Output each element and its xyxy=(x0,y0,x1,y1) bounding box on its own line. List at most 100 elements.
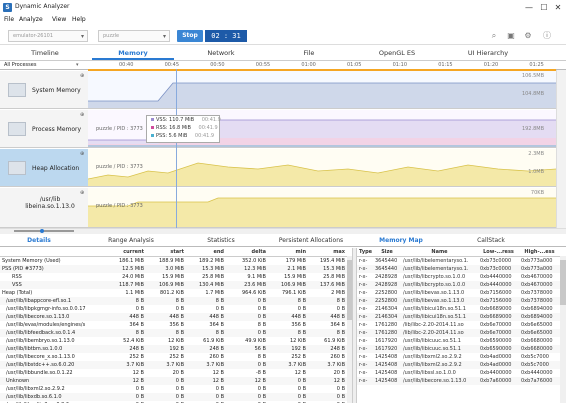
table-row[interactable]: /usr/lib/libxml2.so.2.9.2 0 B 0 B 0 B 0 B 0 B… xyxy=(0,385,347,393)
row-system-memory[interactable]: System Memory ⊕ xyxy=(0,71,88,109)
table-row[interactable]: /usr/lib/libecore.so.1.13.0 448 B 448 B 448… xyxy=(0,313,347,321)
table-row[interactable]: /usr/lib/evas/modules/engines/s 364 B 356 … xyxy=(0,321,347,329)
tab-network[interactable]: Network xyxy=(180,46,262,60)
search-icon[interactable]: ⌕ xyxy=(489,31,499,41)
table-row[interactable]: /usr/lib/libecore_x.so.1.13.0 252 B 252 B 2… xyxy=(0,353,347,361)
table-row[interactable]: Unknown 12 B 0 B 12 B 12 B 0 B 12 B xyxy=(0,377,347,385)
time-cursor[interactable] xyxy=(176,69,177,229)
scroll-thumb[interactable] xyxy=(560,260,566,305)
table-row[interactable]: r-x- 2428928/usr/lib/libcrypto.so.1.0.0 0x… xyxy=(357,281,560,289)
table-row[interactable]: r-x- 3645440/usr/lib/libelementaryso.1. 0x… xyxy=(357,265,560,273)
app-select[interactable]: puzzle ▾ xyxy=(98,30,170,42)
y-max-label: 2.3MB xyxy=(528,151,544,157)
details-column-header[interactable]: current xyxy=(106,248,146,257)
menu-file[interactable]: File xyxy=(4,16,14,23)
libeina-chart-svg xyxy=(88,197,556,227)
table-row[interactable]: System Memory (Used) 186.1 MiB 188.9 MiB 18… xyxy=(0,257,347,266)
chart-scrollbar[interactable] xyxy=(556,70,566,228)
details-column-header[interactable]: max xyxy=(308,248,347,257)
tab-memory[interactable]: Memory xyxy=(92,46,174,60)
menu-view[interactable]: View xyxy=(52,16,66,23)
zoom-slider[interactable] xyxy=(4,229,84,233)
tab-memory-map[interactable]: Memory Map xyxy=(370,235,432,246)
table-row[interactable]: /usr/lib/libxdb.so.6.1.0 0 B 0 B 0 B 0 B 0 B 0… xyxy=(0,393,347,401)
tab-timeline[interactable]: Timeline xyxy=(4,46,86,60)
memory-map-column-header[interactable]: Low-...ress xyxy=(478,248,519,257)
chart-heap-allocation[interactable]: 2.3MB 1.0MB xyxy=(88,149,556,187)
zoom-handle[interactable] xyxy=(40,229,44,233)
row-libeina[interactable]: /usr/lib libeina.so.1.13.0 ⊕ xyxy=(0,188,88,228)
table-row[interactable]: /usr/lib/libappcore-efl.so.1 8 B 8 B 8 B 0 B… xyxy=(0,297,347,305)
table-row[interactable]: PSS (PID #3773) 12.5 MiB 3.0 MiB 15.3 MiB 12… xyxy=(0,265,347,273)
tab-statistics[interactable]: Statistics xyxy=(180,235,262,246)
value-cell: 61.9 KiB xyxy=(324,338,345,344)
table-row[interactable]: r-x- 2146304/usr/lib/libicui18n.so.51.1 0x… xyxy=(357,313,560,321)
table-row[interactable]: /usr/lib/libtbm.so.1.0.0 248 B 192 B 248 B 5… xyxy=(0,345,347,353)
menu-help[interactable]: Help xyxy=(72,16,86,23)
zoom-icon[interactable]: ⊕ xyxy=(80,190,84,196)
timeline-scrollbar[interactable] xyxy=(0,228,566,234)
row-heap-allocation[interactable]: Heap Allocation ⊕ xyxy=(0,149,88,187)
pid-label: puzzle / PID : 3773 xyxy=(96,164,143,170)
table-row[interactable]: Heap (Total) 1.1 MiB 801.2 KiB 1.7 MiB 964.6… xyxy=(0,289,347,297)
table-row[interactable]: r-x- 2252800/usr/lib/libevas.so.1.13.0 0xb… xyxy=(357,289,560,297)
memory-map-column-header[interactable]: Type xyxy=(357,248,373,257)
memory-map-column-header[interactable]: High-...ess xyxy=(519,248,560,257)
tab-persistent-allocations[interactable]: Persistent Allocations xyxy=(270,235,352,246)
tab-details[interactable]: Details xyxy=(4,235,74,246)
table-row[interactable]: /usr/lib/libfeedback.so.0.1.4 8 B 8 B 8 B 0 … xyxy=(0,329,347,337)
close-button[interactable]: ✕ xyxy=(551,2,565,13)
minimize-button[interactable]: — xyxy=(522,2,536,13)
table-row[interactable]: r-x- 2252800/usr/lib/libevas.so.1.13.0 0xb… xyxy=(357,297,560,305)
details-column-header[interactable]: start xyxy=(146,248,186,257)
table-row[interactable]: r-x- 2146304/usr/lib/libicui18n.so.51.1 0x… xyxy=(357,305,560,313)
system-memory-icon xyxy=(8,83,26,97)
tab-opengl[interactable]: OpenGL ES xyxy=(356,46,438,60)
table-row[interactable]: r-x- 1425408/usr/lib/libssl.so.1.0.0 0xb44… xyxy=(357,369,560,377)
tab-ui-hierarchy[interactable]: UI Hierarchy xyxy=(444,46,532,60)
table-row[interactable]: r-x- 1617920/usr/lib/libicuuc.so.51.1 0xb6… xyxy=(357,337,560,345)
row-process-memory[interactable]: Process Memory ⊕ xyxy=(0,110,88,148)
value-cell: 448 B xyxy=(209,314,224,320)
tab-file[interactable]: File xyxy=(268,46,350,60)
table-row[interactable]: /usr/lib/libstdc++.so.6.0.20 3.7 KiB 3.7 K… xyxy=(0,361,347,369)
screenshot-icon[interactable]: ▣ xyxy=(506,31,516,41)
memory-map-column-header[interactable]: Size xyxy=(373,248,401,257)
tab-callstack[interactable]: CallStack xyxy=(460,235,522,246)
table-row[interactable]: r-x- 1425408/usr/lib/libecore.so.1.13.0 0x… xyxy=(357,377,560,385)
table-row[interactable]: r-x- 1761280/lib/libc-2.20-2014.11.so 0xb6… xyxy=(357,321,560,329)
table-row[interactable]: VSS 118.7 MiB 106.9 MiB 130.4 MiB 23.6 MiB 10… xyxy=(0,281,347,289)
memory-map-scrollbar[interactable] xyxy=(560,256,566,403)
stop-button[interactable]: Stop xyxy=(177,30,203,42)
menu-analyze[interactable]: Analyze xyxy=(19,16,43,23)
table-row[interactable]: r-x- 1425408/usr/lib/libxml2.so.2.9.2 0xb4… xyxy=(357,353,560,361)
table-row[interactable]: r-x- 2428928/usr/lib/libcrypto.so.1.0.0 0x… xyxy=(357,273,560,281)
table-row[interactable]: r-x- 3645440/usr/lib/libelementaryso.1. 0x… xyxy=(357,257,560,266)
memory-map-column-header[interactable]: Name xyxy=(401,248,478,257)
zoom-icon[interactable]: ⊕ xyxy=(80,73,84,79)
details-column-header[interactable] xyxy=(0,248,106,257)
zoom-icon[interactable]: ⊕ xyxy=(80,151,84,157)
tab-range-analysis[interactable]: Range Analysis xyxy=(90,235,172,246)
settings-icon[interactable]: ⚙ xyxy=(523,31,533,41)
table-row[interactable]: r-x- 1617920/usr/lib/libicuuc.so.51.1 0xb6… xyxy=(357,345,560,353)
zoom-icon[interactable]: ⊕ xyxy=(80,112,84,118)
value-cell: 49.9 KiB xyxy=(245,338,266,344)
table-row[interactable]: /usr/lib/libembryo.so.1.13.0 52.4 KiB 12 K… xyxy=(0,337,347,345)
table-row[interactable]: RSS 24.0 MiB 15.9 MiB 25.8 MiB 9.1 MiB 15.9 M… xyxy=(0,273,347,281)
chart-libeina[interactable]: 70KB xyxy=(88,188,556,228)
table-row[interactable]: r-x- 1761280/lib/libc-2.20-2014.11.so 0xb6… xyxy=(357,329,560,337)
details-column-header[interactable]: end xyxy=(186,248,226,257)
details-column-header[interactable]: min xyxy=(268,248,308,257)
info-icon[interactable]: ⓘ xyxy=(542,31,552,41)
details-column-header[interactable]: delta xyxy=(226,248,268,257)
table-row[interactable]: /usr/lib/libpkgmgr-info.so.0.0.17 0 B 0 B 0… xyxy=(0,305,347,313)
device-select[interactable]: emulator-26101 ▾ xyxy=(8,30,88,42)
maximize-button[interactable]: ☐ xyxy=(537,2,551,13)
memory-map-cell: 0xb73c0000 xyxy=(480,266,512,272)
chart-system-memory[interactable]: 106.5MB 104.8MB xyxy=(88,71,556,109)
table-row[interactable]: /usr/lib/libbundle.so.0.1.22 12 B 20 B 12 B… xyxy=(0,369,347,377)
table-row[interactable]: r-x- 1425408/usr/lib/libxml2.so.2.9.2 0xb4… xyxy=(357,361,560,369)
process-select[interactable]: All Processes ▾ xyxy=(4,61,82,70)
row-label: Process Memory xyxy=(32,126,82,133)
